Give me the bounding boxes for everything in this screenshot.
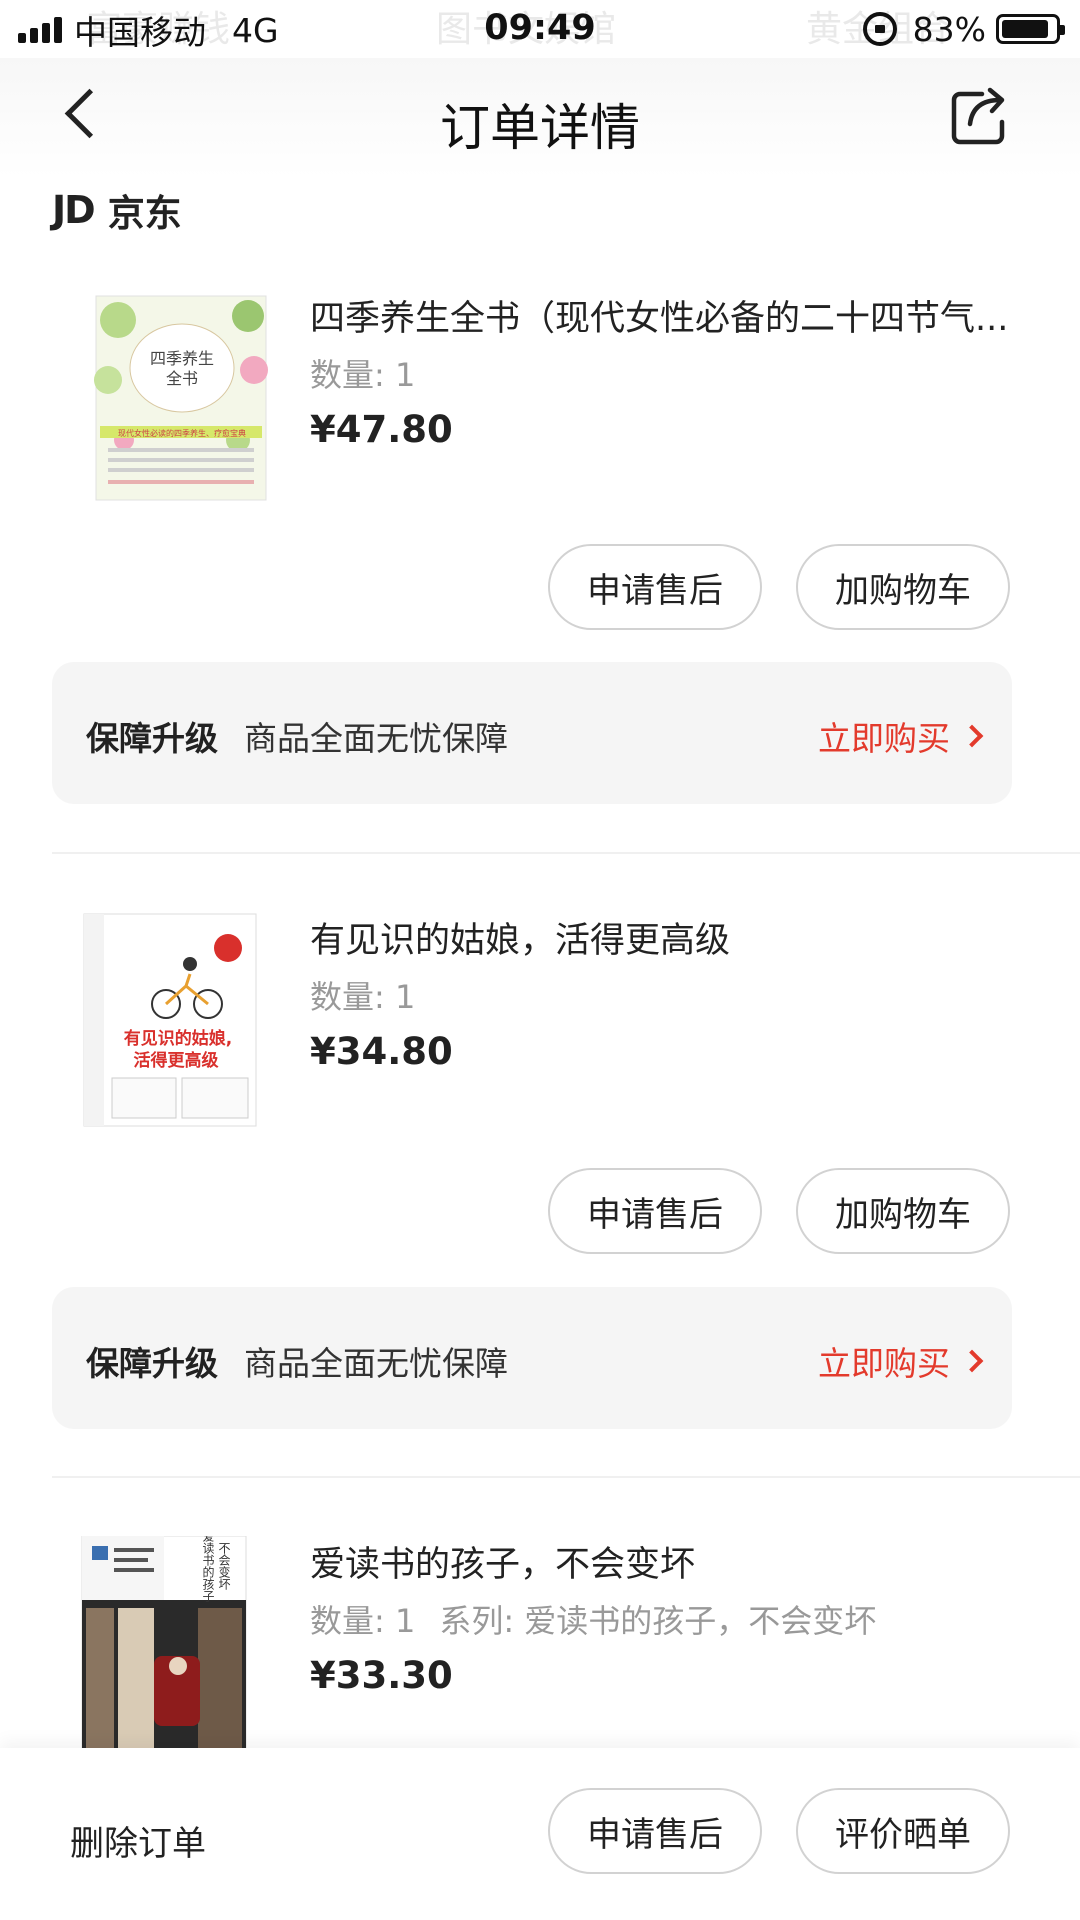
book-cover-image: 有见识的姑娘, 活得更高级 [83, 913, 257, 1127]
add-to-cart-button[interactable]: 加购物车 [796, 544, 1010, 630]
svg-text:全书: 全书 [166, 369, 198, 388]
battery-percent: 83% [912, 9, 986, 49]
battery-icon [996, 14, 1065, 44]
product-quantity: 数量: 1 [310, 978, 416, 1016]
status-bar: 富豪赚钱 图书文娱馆 黄金组合 中国移动 4G 09:49 83% [0, 0, 1080, 58]
product-price: ¥34.80 [310, 1030, 453, 1073]
buy-now-label: 立即购买 [818, 1344, 950, 1383]
add-to-cart-button[interactable]: 加购物车 [796, 1168, 1010, 1254]
review-button[interactable]: 评价晒单 [796, 1788, 1010, 1874]
svg-text:现代女性必读的四季养生、疗愈宝典: 现代女性必读的四季养生、疗愈宝典 [118, 428, 246, 438]
guarantee-upgrade-banner[interactable]: 保障升级 商品全面无忧保障 立即购买 [52, 1287, 1012, 1429]
after-sales-button[interactable]: 申请售后 [548, 1168, 762, 1254]
product-title: 有见识的姑娘，活得更高级 [310, 921, 731, 961]
guarantee-title: 保障升级 [86, 719, 218, 758]
after-sales-button[interactable]: 申请售后 [548, 544, 762, 630]
svg-text:四季养生: 四季养生 [150, 349, 214, 368]
shop-name: 京东 [107, 192, 182, 235]
book-cover-image: 爱读书的孩子 不会变坏 [81, 1536, 247, 1752]
svg-text:有见识的姑娘,: 有见识的姑娘, [124, 1028, 232, 1049]
guarantee-upgrade-banner[interactable]: 保障升级 商品全面无忧保障 立即购买 [52, 662, 1012, 804]
share-icon [951, 87, 1005, 145]
svg-text:爱读书的孩子: 爱读书的孩子 [201, 1536, 215, 1602]
share-button[interactable] [948, 86, 1010, 148]
quantity-label: 数量: 1 [310, 1602, 416, 1640]
book-cover-image: 四季养生 全书 现代女性必读的四季养生、疗愈宝典 [94, 295, 268, 501]
svg-text:活得更高级: 活得更高级 [134, 1050, 219, 1071]
buy-now-label: 立即购买 [818, 719, 950, 758]
jd-logo: JD [52, 188, 96, 232]
product-quantity: 数量: 1 [310, 356, 416, 394]
divider [52, 1476, 1080, 1478]
product-price: ¥33.30 [310, 1654, 453, 1697]
chevron-right-icon [960, 1349, 984, 1373]
after-sales-button[interactable]: 申请售后 [548, 1788, 762, 1874]
series-label: 系列: 爱读书的孩子，不会变坏 [439, 1602, 877, 1640]
product-title: 四季养生全书（现代女性必备的二十四节气... [310, 299, 1009, 339]
delete-order-button[interactable]: 删除订单 [70, 1816, 206, 1865]
rotation-lock-icon [862, 12, 897, 46]
guarantee-desc: 商品全面无忧保障 [244, 719, 508, 758]
chevron-right-icon [960, 724, 984, 748]
divider [52, 852, 1080, 854]
product-quantity: 数量: 1 系列: 爱读书的孩子，不会变坏 [310, 1596, 876, 1642]
buy-now-link[interactable]: 立即购买 [818, 712, 984, 760]
shop-header[interactable]: JD 京东 [52, 183, 182, 237]
guarantee-title: 保障升级 [86, 1344, 218, 1383]
product-title: 爱读书的孩子，不会变坏 [310, 1545, 696, 1585]
buy-now-link[interactable]: 立即购买 [818, 1337, 984, 1385]
nav-bar: 订单详情 [0, 58, 1080, 178]
product-price: ¥47.80 [310, 408, 453, 451]
svg-text:不会变坏: 不会变坏 [217, 1542, 231, 1590]
page-title: 订单详情 [440, 99, 640, 157]
bottom-action-bar: 删除订单 申请售后 评价晒单 [0, 1748, 1080, 1920]
guarantee-desc: 商品全面无忧保障 [244, 1344, 508, 1383]
